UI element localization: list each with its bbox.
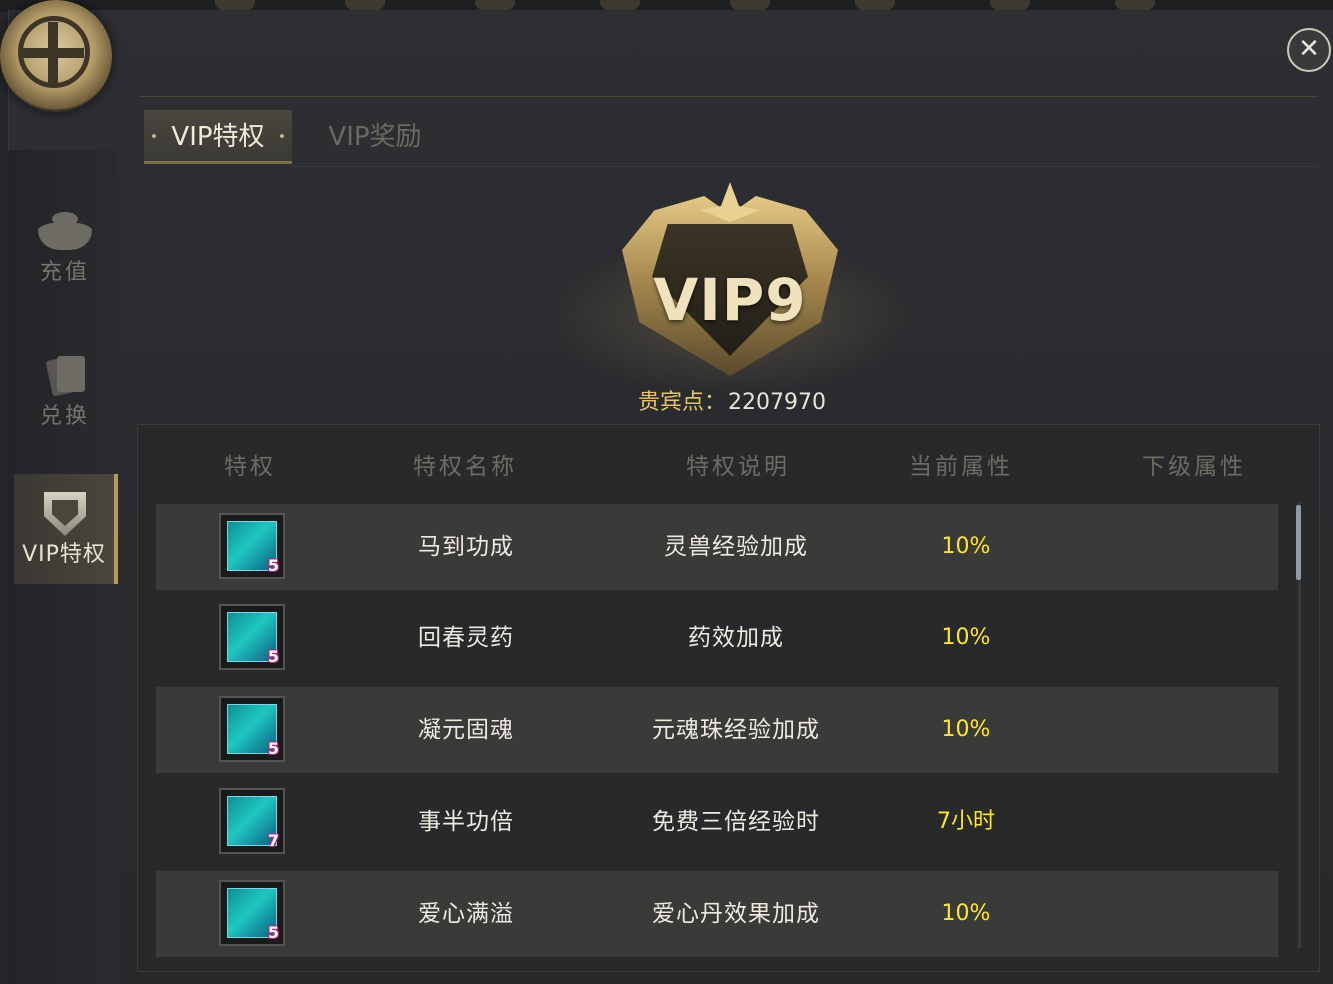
privilege-name: 凝元固魂 <box>418 717 514 743</box>
sidebar-item-label: 充值 <box>39 260 90 285</box>
column-header: 当前属性 <box>909 454 1013 480</box>
background-tab-icon <box>600 0 640 10</box>
background-tab-icon <box>1115 0 1155 10</box>
next-value <box>1116 779 1276 865</box>
background-tab-icon <box>215 0 255 10</box>
table-row[interactable]: 5 回春灵药 药效加成 10% <box>156 595 1278 681</box>
background-tab-icon <box>855 0 895 10</box>
vip-level: VIP9 <box>653 266 807 334</box>
icon-level: 5 <box>267 556 279 575</box>
game-emblem-icon <box>0 0 112 112</box>
header-divider <box>140 96 1318 97</box>
next-value <box>1116 595 1276 681</box>
icon-level: 7 <box>267 831 279 850</box>
sidebar-item-exchange[interactable]: 兑换 <box>20 354 110 430</box>
cards-icon <box>45 354 85 397</box>
current-value: 10% <box>941 534 991 559</box>
sidebar-item-recharge[interactable]: 充值 <box>20 212 110 286</box>
privilege-desc: 灵兽经验加成 <box>664 534 808 560</box>
privilege-icon-slot[interactable]: 7 <box>219 788 285 854</box>
column-header: 特权名称 <box>413 454 517 480</box>
background-tab-icon <box>475 0 515 10</box>
privilege-icon-slot[interactable]: 5 <box>219 604 285 670</box>
close-button[interactable]: ✕ <box>1287 28 1331 72</box>
column-header: 下级属性 <box>1142 454 1246 480</box>
background-tab-icon <box>730 0 770 10</box>
tab-vip-reward[interactable]: VIP奖励 <box>300 110 450 164</box>
table-row[interactable]: 5 爱心满溢 爱心丹效果加成 10% <box>156 871 1278 957</box>
privilege-desc: 爱心丹效果加成 <box>652 901 820 927</box>
icon-level: 5 <box>267 647 279 666</box>
next-value <box>1116 687 1276 773</box>
scrollbar-thumb[interactable] <box>1296 505 1301 580</box>
table-row[interactable]: 5 凝元固魂 元魂珠经验加成 10% <box>156 687 1278 773</box>
privilege-desc: 元魂珠经验加成 <box>652 717 820 743</box>
next-value <box>1116 871 1276 957</box>
privilege-name: 爱心满溢 <box>418 901 514 927</box>
ingot-icon <box>38 212 92 250</box>
tab-divider <box>292 166 1318 167</box>
sidebar-item-vip-privilege[interactable]: VIP特权 <box>14 474 118 584</box>
privilege-table: 特权 特权名称 特权说明 当前属性 下级属性 5 马到功成 灵兽经验加成 10%… <box>137 424 1320 972</box>
column-header: 特权 <box>224 454 276 480</box>
table-row[interactable]: 7 事半功倍 免费三倍经验时间 7小时 <box>156 779 1278 921</box>
sidebar-item-label: 兑换 <box>39 404 90 429</box>
background-tab-icon <box>345 0 385 10</box>
tab-vip-privilege[interactable]: VIP特权 <box>144 110 292 164</box>
next-value <box>1116 504 1276 590</box>
tab-label: VIP奖励 <box>328 122 422 152</box>
sidebar-item-label: VIP特权 <box>22 542 106 567</box>
privilege-icon-slot[interactable]: 5 <box>219 696 285 762</box>
privilege-name: 回春灵药 <box>418 625 514 651</box>
current-value: 10% <box>941 717 991 742</box>
privilege-name: 马到功成 <box>418 534 514 560</box>
privilege-desc: 药效加成 <box>688 625 784 651</box>
current-value: 7小时 <box>937 809 995 834</box>
current-value: 10% <box>941 625 991 650</box>
privilege-icon-slot[interactable]: 5 <box>219 880 285 946</box>
column-header: 特权说明 <box>686 454 790 480</box>
table-row[interactable]: 5 马到功成 灵兽经验加成 10% <box>156 504 1278 590</box>
current-value: 10% <box>941 901 991 926</box>
background-tab-icon <box>990 0 1030 10</box>
icon-level: 5 <box>267 923 279 942</box>
vip-badge: VIP9 <box>540 176 920 396</box>
tab-label: VIP特权 <box>171 122 265 152</box>
table-header: 特权 特权名称 特权说明 当前属性 下级属性 <box>138 447 1319 487</box>
privilege-desc: 免费三倍经验时间 <box>652 809 820 921</box>
vip-points-value: 2207970 <box>728 390 826 415</box>
privilege-name: 事半功倍 <box>418 809 514 835</box>
vip-points-label: 贵宾点： <box>638 390 727 415</box>
vip-points: 贵宾点：2207970 <box>638 384 826 416</box>
icon-level: 5 <box>267 739 279 758</box>
privilege-icon-slot[interactable]: 5 <box>219 513 285 579</box>
